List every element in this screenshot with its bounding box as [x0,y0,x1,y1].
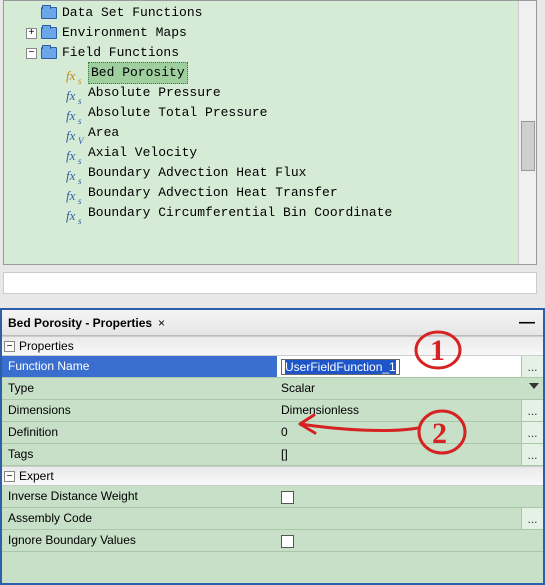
tree-item-axial-velocity[interactable]: fx Axial Velocity [6,143,532,163]
fx-vector-icon: fx [66,126,84,140]
collapse-icon[interactable]: − [26,48,37,59]
expand-icon[interactable]: + [26,28,37,39]
minimize-properties-button[interactable]: — [517,314,537,332]
tree: Data Set Functions + Environment Maps − … [4,1,536,225]
tree-item-label: Absolute Pressure [88,83,221,103]
section-properties[interactable]: − Properties [2,336,543,356]
section-expert[interactable]: − Expert [2,466,543,486]
tree-item-label: Axial Velocity [88,143,197,163]
prop-label: Ignore Boundary Values [2,530,277,551]
tree-item-boundary-advection-heat-transfer[interactable]: fx Boundary Advection Heat Transfer [6,183,532,203]
description-bar [3,272,537,294]
section-label: Expert [19,469,54,483]
fx-scalar-icon: fx [66,106,84,120]
tree-item-field-functions[interactable]: − Field Functions [6,43,532,63]
prop-value-tags[interactable]: [] [277,444,521,465]
fx-scalar-icon: fx [66,206,84,220]
function-name-input[interactable]: UserFieldFunction_1 [285,360,396,374]
properties-panel: Bed Porosity - Properties × — − Properti… [0,308,545,585]
prop-value[interactable] [277,508,521,529]
tree-item-label: Area [88,123,119,143]
prop-row-type[interactable]: Type Scalar [2,378,543,400]
tree-item-environment-maps[interactable]: + Environment Maps [6,23,532,43]
prop-label: Assembly Code [2,508,277,529]
collapse-icon[interactable]: − [4,341,15,352]
tree-item-label: Bed Porosity [88,62,188,84]
checkbox[interactable] [281,535,294,548]
properties-title: Bed Porosity - Properties [8,316,152,330]
collapse-icon[interactable]: − [4,471,15,482]
tree-item-absolute-pressure[interactable]: fx Absolute Pressure [6,83,532,103]
fx-scalar-icon: fx [66,146,84,160]
fx-scalar-icon: fx [66,166,84,180]
prop-label: Type [2,378,277,399]
prop-value[interactable] [277,486,543,507]
prop-row-inverse-distance-weight[interactable]: Inverse Distance Weight [2,486,543,508]
prop-value-dimensions[interactable]: Dimensionless [277,400,521,421]
prop-label: Dimensions [2,400,277,421]
prop-label: Inverse Distance Weight [2,486,277,507]
prop-value[interactable]: UserFieldFunction_1 [277,356,521,377]
tree-item-label: Environment Maps [62,23,187,43]
prop-value-definition[interactable]: 0 [277,422,521,443]
folder-icon [41,47,57,59]
ellipsis-button[interactable]: ... [521,422,543,443]
fx-scalar-icon: fx [66,186,84,200]
ellipsis-button[interactable]: ... [521,444,543,465]
prop-label: Function Name [2,356,277,377]
checkbox[interactable] [281,491,294,504]
tree-item-bed-porosity[interactable]: fx Bed Porosity [6,63,532,83]
tree-item-label: Boundary Advection Heat Flux [88,163,306,183]
fx-scalar-user-icon: fx [66,66,84,80]
folder-icon [41,7,57,19]
fx-scalar-icon: fx [66,86,84,100]
prop-label: Definition [2,422,277,443]
tree-item-boundary-advection-heat-flux[interactable]: fx Boundary Advection Heat Flux [6,163,532,183]
ellipsis-button[interactable]: ... [521,508,543,529]
prop-value-type[interactable]: Scalar [277,378,543,399]
prop-label: Tags [2,444,277,465]
tree-item-label: Boundary Circumferential Bin Coordinate [88,203,392,223]
prop-row-dimensions[interactable]: Dimensions Dimensionless ... [2,400,543,422]
tree-item-area[interactable]: fx Area [6,123,532,143]
tree-item-label: Field Functions [62,43,179,63]
prop-value[interactable] [277,530,543,551]
prop-row-ignore-boundary-values[interactable]: Ignore Boundary Values [2,530,543,552]
ellipsis-button[interactable]: ... [521,356,543,377]
close-properties-button[interactable]: × [158,316,165,330]
scrollbar-thumb[interactable] [521,121,535,171]
properties-title-bar: Bed Porosity - Properties × — [2,310,543,336]
tree-item-absolute-total-pressure[interactable]: fx Absolute Total Pressure [6,103,532,123]
tree-item-label: Data Set Functions [62,3,202,23]
tree-item-boundary-circumferential-bin-coordinate[interactable]: fx Boundary Circumferential Bin Coordina… [6,203,532,223]
section-label: Properties [19,339,74,353]
folder-icon [41,27,57,39]
tree-panel: Data Set Functions + Environment Maps − … [3,0,537,265]
tree-item-data-set-functions[interactable]: Data Set Functions [6,3,532,23]
prop-row-function-name[interactable]: Function Name UserFieldFunction_1 ... [2,356,543,378]
tree-scrollbar[interactable] [518,1,536,264]
prop-row-definition[interactable]: Definition 0 ... [2,422,543,444]
tree-item-label: Absolute Total Pressure [88,103,267,123]
tree-item-label: Boundary Advection Heat Transfer [88,183,338,203]
prop-row-tags[interactable]: Tags [] ... [2,444,543,466]
ellipsis-button[interactable]: ... [521,400,543,421]
prop-row-assembly-code[interactable]: Assembly Code ... [2,508,543,530]
chevron-down-icon[interactable] [529,383,539,389]
